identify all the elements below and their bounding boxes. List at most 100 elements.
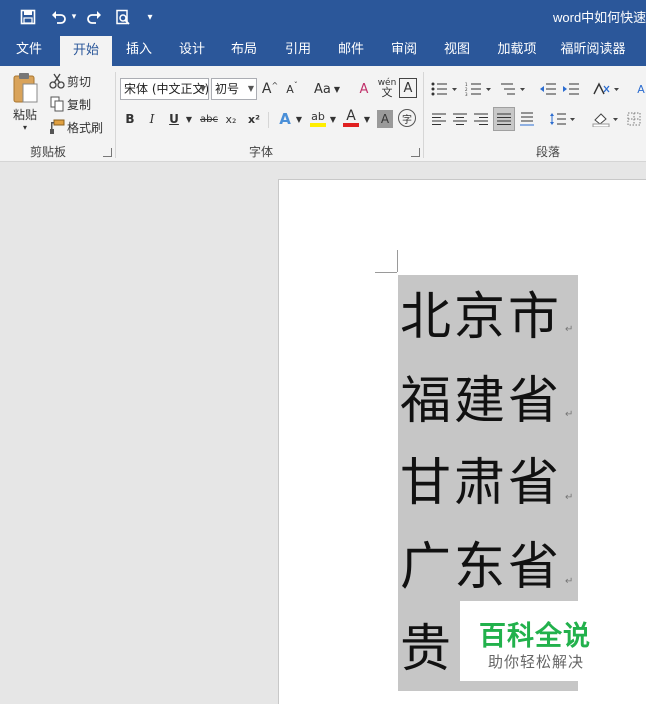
title-bar: ▾ ▾ word中如何快速分 <box>0 0 646 34</box>
clipboard-launcher-icon[interactable] <box>103 148 112 157</box>
font-size-value: 初号 <box>215 82 240 96</box>
watermark-title: 百科全说 <box>479 621 591 652</box>
paste-button[interactable]: 粘贴 <box>8 106 42 122</box>
strikethrough-button[interactable]: abc <box>199 109 219 129</box>
align-left-icon[interactable] <box>430 109 448 129</box>
text-effects-button[interactable]: A <box>276 109 294 129</box>
numbering-button[interactable]: 123 <box>464 78 494 100</box>
font-color-icon: A <box>346 108 356 124</box>
tab-view[interactable]: 视图 <box>435 34 479 66</box>
justify-icon[interactable] <box>493 107 515 131</box>
chevron-down-icon: ▼ <box>333 84 340 94</box>
chevron-down-icon[interactable]: ▼ <box>184 109 194 129</box>
paste-icon[interactable] <box>10 72 40 106</box>
decrease-indent-icon[interactable] <box>538 78 558 100</box>
document-line[interactable]: 贵 <box>400 620 454 680</box>
tab-addins[interactable]: 加载项 <box>490 34 544 66</box>
tab-home[interactable]: 开始 <box>60 36 112 66</box>
format-painter-button[interactable]: 格式刷 <box>67 118 107 136</box>
change-case-button[interactable]: Aa ▼ <box>312 78 342 100</box>
tab-layout[interactable]: 布局 <box>222 34 266 66</box>
font-size-combo[interactable]: 初号 ▼ <box>211 78 257 100</box>
bullets-button[interactable] <box>430 78 460 100</box>
document-line[interactable]: 广东省 <box>400 538 562 598</box>
clear-formatting-button[interactable]: A <box>354 78 374 100</box>
redo-icon[interactable] <box>83 0 105 34</box>
print-preview-icon[interactable] <box>112 0 134 34</box>
tab-file[interactable]: 文件 <box>2 34 56 66</box>
align-right-icon[interactable] <box>472 109 490 129</box>
highlighter-icon: ab <box>311 109 325 123</box>
change-case-icon: Aa <box>313 81 331 97</box>
copy-icon[interactable] <box>48 95 66 113</box>
undo-dropdown[interactable]: ▾ <box>69 0 79 34</box>
italic-button[interactable]: I <box>145 109 159 129</box>
margin-corner-mark <box>375 272 397 273</box>
shrink-font-icon: A <box>286 82 294 96</box>
paragraph-group-label: 段落 <box>536 145 561 159</box>
document-line[interactable]: 北京市 <box>400 288 562 348</box>
undo-icon[interactable] <box>48 0 70 34</box>
chevron-down-icon: ▼ <box>199 84 206 93</box>
tab-design[interactable]: 设计 <box>170 34 214 66</box>
multilevel-list-button[interactable] <box>498 78 528 100</box>
increase-indent-icon[interactable] <box>561 78 581 100</box>
group-divider <box>115 72 116 158</box>
customize-qat-icon[interactable]: ▾ <box>143 0 157 34</box>
mini-divider <box>268 112 269 128</box>
character-shading-button[interactable]: A <box>377 110 393 128</box>
tab-mailings[interactable]: 邮件 <box>329 34 373 66</box>
paragraph-mark: ↵ <box>565 324 574 335</box>
align-center-icon[interactable] <box>451 109 469 129</box>
cut-icon[interactable] <box>48 72 66 90</box>
svg-text:3: 3 <box>465 92 468 96</box>
phonetic-guide-button[interactable]: wén 文 <box>376 76 398 100</box>
chinese-layout-button[interactable] <box>592 78 622 100</box>
underline-button[interactable]: U <box>166 109 182 129</box>
superscript-button[interactable]: x² <box>245 109 263 129</box>
document-line[interactable]: 福建省 <box>400 372 562 432</box>
highlight-button[interactable]: ab <box>309 107 327 129</box>
paragraph-mark: ↵ <box>565 492 574 503</box>
paste-dropdown[interactable]: ▾ <box>8 122 42 132</box>
character-border-icon: A <box>403 80 413 96</box>
caret-down-icon: ˇ <box>293 80 298 90</box>
grow-font-button[interactable]: A ^ <box>262 78 278 100</box>
ribbon-home: 粘贴 ▾ 剪切 复制 格式刷 剪贴板 宋体 (中文正文) ▼ 初号 ▼ A ^ Aˇ … <box>0 66 646 162</box>
chevron-down-icon: ▼ <box>247 84 254 93</box>
watermark-subtitle: 助你轻松解决 <box>488 653 585 671</box>
borders-icon[interactable] <box>626 109 642 129</box>
enclose-characters-button[interactable]: 字 <box>398 109 416 127</box>
chevron-down-icon[interactable]: ▼ <box>328 109 338 129</box>
character-border-button[interactable]: A <box>399 78 417 98</box>
ribbon-tabs: 文件 开始 插入 设计 布局 引用 邮件 审阅 视图 加载项 福昕阅读器 <box>0 34 646 66</box>
tab-insert[interactable]: 插入 <box>116 34 162 66</box>
sort-icon[interactable]: A <box>636 78 646 100</box>
clear-formatting-icon: A <box>359 81 369 97</box>
document-line[interactable]: 甘肃省 <box>400 454 562 514</box>
chevron-down-icon[interactable]: ▼ <box>294 109 304 129</box>
tab-references[interactable]: 引用 <box>276 34 320 66</box>
copy-button[interactable]: 复制 <box>67 95 95 113</box>
line-spacing-button[interactable] <box>548 109 578 129</box>
distributed-icon[interactable] <box>517 109 537 129</box>
font-color-button[interactable]: A <box>342 107 360 129</box>
tab-foxit-reader[interactable]: 福昕阅读器 <box>556 34 630 66</box>
cut-button[interactable]: 剪切 <box>67 72 95 90</box>
font-color-swatch <box>343 123 359 127</box>
font-group-label: 字体 <box>249 145 274 159</box>
subscript-button[interactable]: x₂ <box>222 109 240 129</box>
highlight-color-swatch <box>310 122 326 127</box>
phonetic-base-glyph: 文 <box>381 86 393 99</box>
chevron-down-icon[interactable]: ▼ <box>362 109 372 129</box>
paragraph-mark: ↵ <box>565 576 574 587</box>
save-icon[interactable] <box>16 0 40 34</box>
font-launcher-icon[interactable] <box>411 148 420 157</box>
font-name-combo[interactable]: 宋体 (中文正文) ▼ <box>120 78 209 100</box>
margin-corner-mark <box>397 250 398 272</box>
tab-review[interactable]: 审阅 <box>382 34 426 66</box>
bold-button[interactable]: B <box>123 109 137 129</box>
shading-button[interactable] <box>591 109 621 129</box>
format-painter-icon[interactable] <box>48 118 66 136</box>
shrink-font-button[interactable]: Aˇ <box>284 78 300 100</box>
